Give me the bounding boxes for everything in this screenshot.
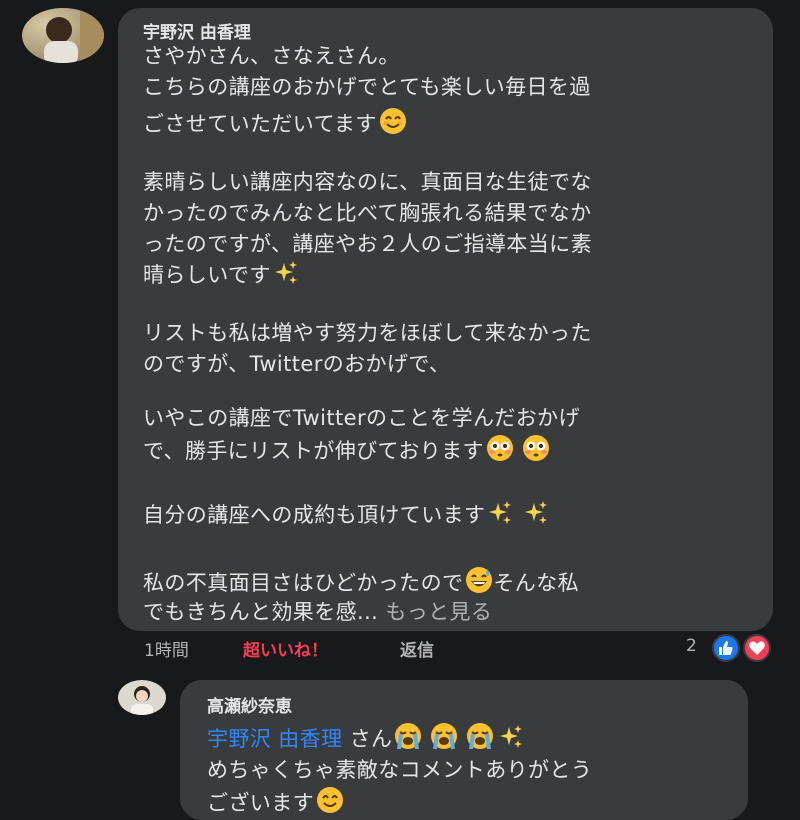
mention-link[interactable]: 宇野沢 由香理 — [207, 727, 342, 751]
reply-author[interactable]: 高瀬紗奈恵 — [207, 692, 292, 717]
comment-text: 私の不真面目さはひどかったので — [143, 571, 464, 595]
comment-text: 晴らしいです — [143, 263, 271, 287]
comment-line: リストも私は増やす努力をほぼして来なかった — [143, 321, 592, 345]
loudly-crying-face-icon — [467, 723, 494, 750]
reply-text: さん — [349, 727, 393, 751]
comment-text: 自分の講座への成約も頂けています — [143, 503, 486, 527]
comment-line: 自分の講座への成約も頂けています — [143, 500, 549, 531]
comment-line: こちらの講座のおかげでとても楽しい毎日を過 — [143, 75, 591, 99]
comment-author[interactable]: 宇野沢 由香理 — [143, 18, 251, 43]
reaction-count[interactable]: 2 — [686, 636, 697, 656]
comment-text: で、勝手にリストが伸びております — [143, 439, 484, 463]
loudly-crying-face-icon — [395, 723, 422, 750]
comment-text: そんな私 — [493, 571, 579, 595]
see-more-link[interactable]: もっと見る — [385, 600, 492, 624]
comment-line: 素晴らしい講座内容なのに、真面目な生徒でな — [143, 170, 592, 194]
grinning-sweat-icon — [466, 567, 493, 593]
comment-line: かったのでみんなと比べて胸張れる結果でなか — [143, 201, 592, 225]
comment-text: ごさせていただいてます — [143, 112, 377, 136]
avatar-photo-icon — [118, 680, 166, 715]
comment-line: ごさせていただいてます — [143, 107, 407, 140]
comment-line: のですが、Twitterのおかげで、 — [143, 352, 451, 376]
love-reaction-icon — [743, 634, 771, 662]
sparkles-icon — [525, 501, 548, 524]
loudly-crying-face-icon — [431, 723, 458, 750]
reply-text: ございます — [207, 791, 314, 815]
reaction-button[interactable]: 超いいね！ — [243, 636, 328, 661]
reply-button[interactable]: 返信 — [400, 636, 434, 661]
comment-line: 晴らしいです — [143, 260, 299, 291]
smiling-face-icon — [379, 108, 406, 134]
sparkles-icon — [274, 261, 297, 284]
reaction-icons[interactable] — [706, 633, 778, 663]
flushed-face-icon — [486, 435, 513, 461]
author-avatar[interactable] — [22, 8, 104, 63]
comment-text: でもきちんと効果を感... — [143, 600, 379, 624]
comment-line: ったのですが、講座やお２人のご指導本当に素 — [143, 232, 592, 256]
flushed-face-icon — [522, 435, 549, 461]
sparkles-icon — [489, 501, 512, 524]
avatar-photo-icon — [22, 8, 104, 63]
smiling-face-icon — [317, 787, 343, 813]
reply-author-avatar[interactable] — [118, 680, 166, 715]
reply-line: めちゃくちゃ素敵なコメントありがとう — [207, 758, 593, 782]
reply-line: ございます — [207, 786, 344, 819]
comment-line: でもきちんと効果を感... もっと見る — [143, 597, 492, 628]
comment-line: さやかさん、さなえさん。 — [143, 44, 400, 68]
reply-line: 宇野沢 由香理 さん — [207, 722, 524, 755]
comment-line: で、勝手にリストが伸びております — [143, 434, 550, 467]
comment-line: 私の不真面目さはひどかったので そんな私 — [143, 566, 579, 599]
sparkles-icon — [500, 725, 523, 748]
comment-line: いやこの講座でTwitterのことを学んだおかげ — [143, 406, 580, 430]
comment-timestamp[interactable]: 1時間 — [144, 636, 189, 661]
